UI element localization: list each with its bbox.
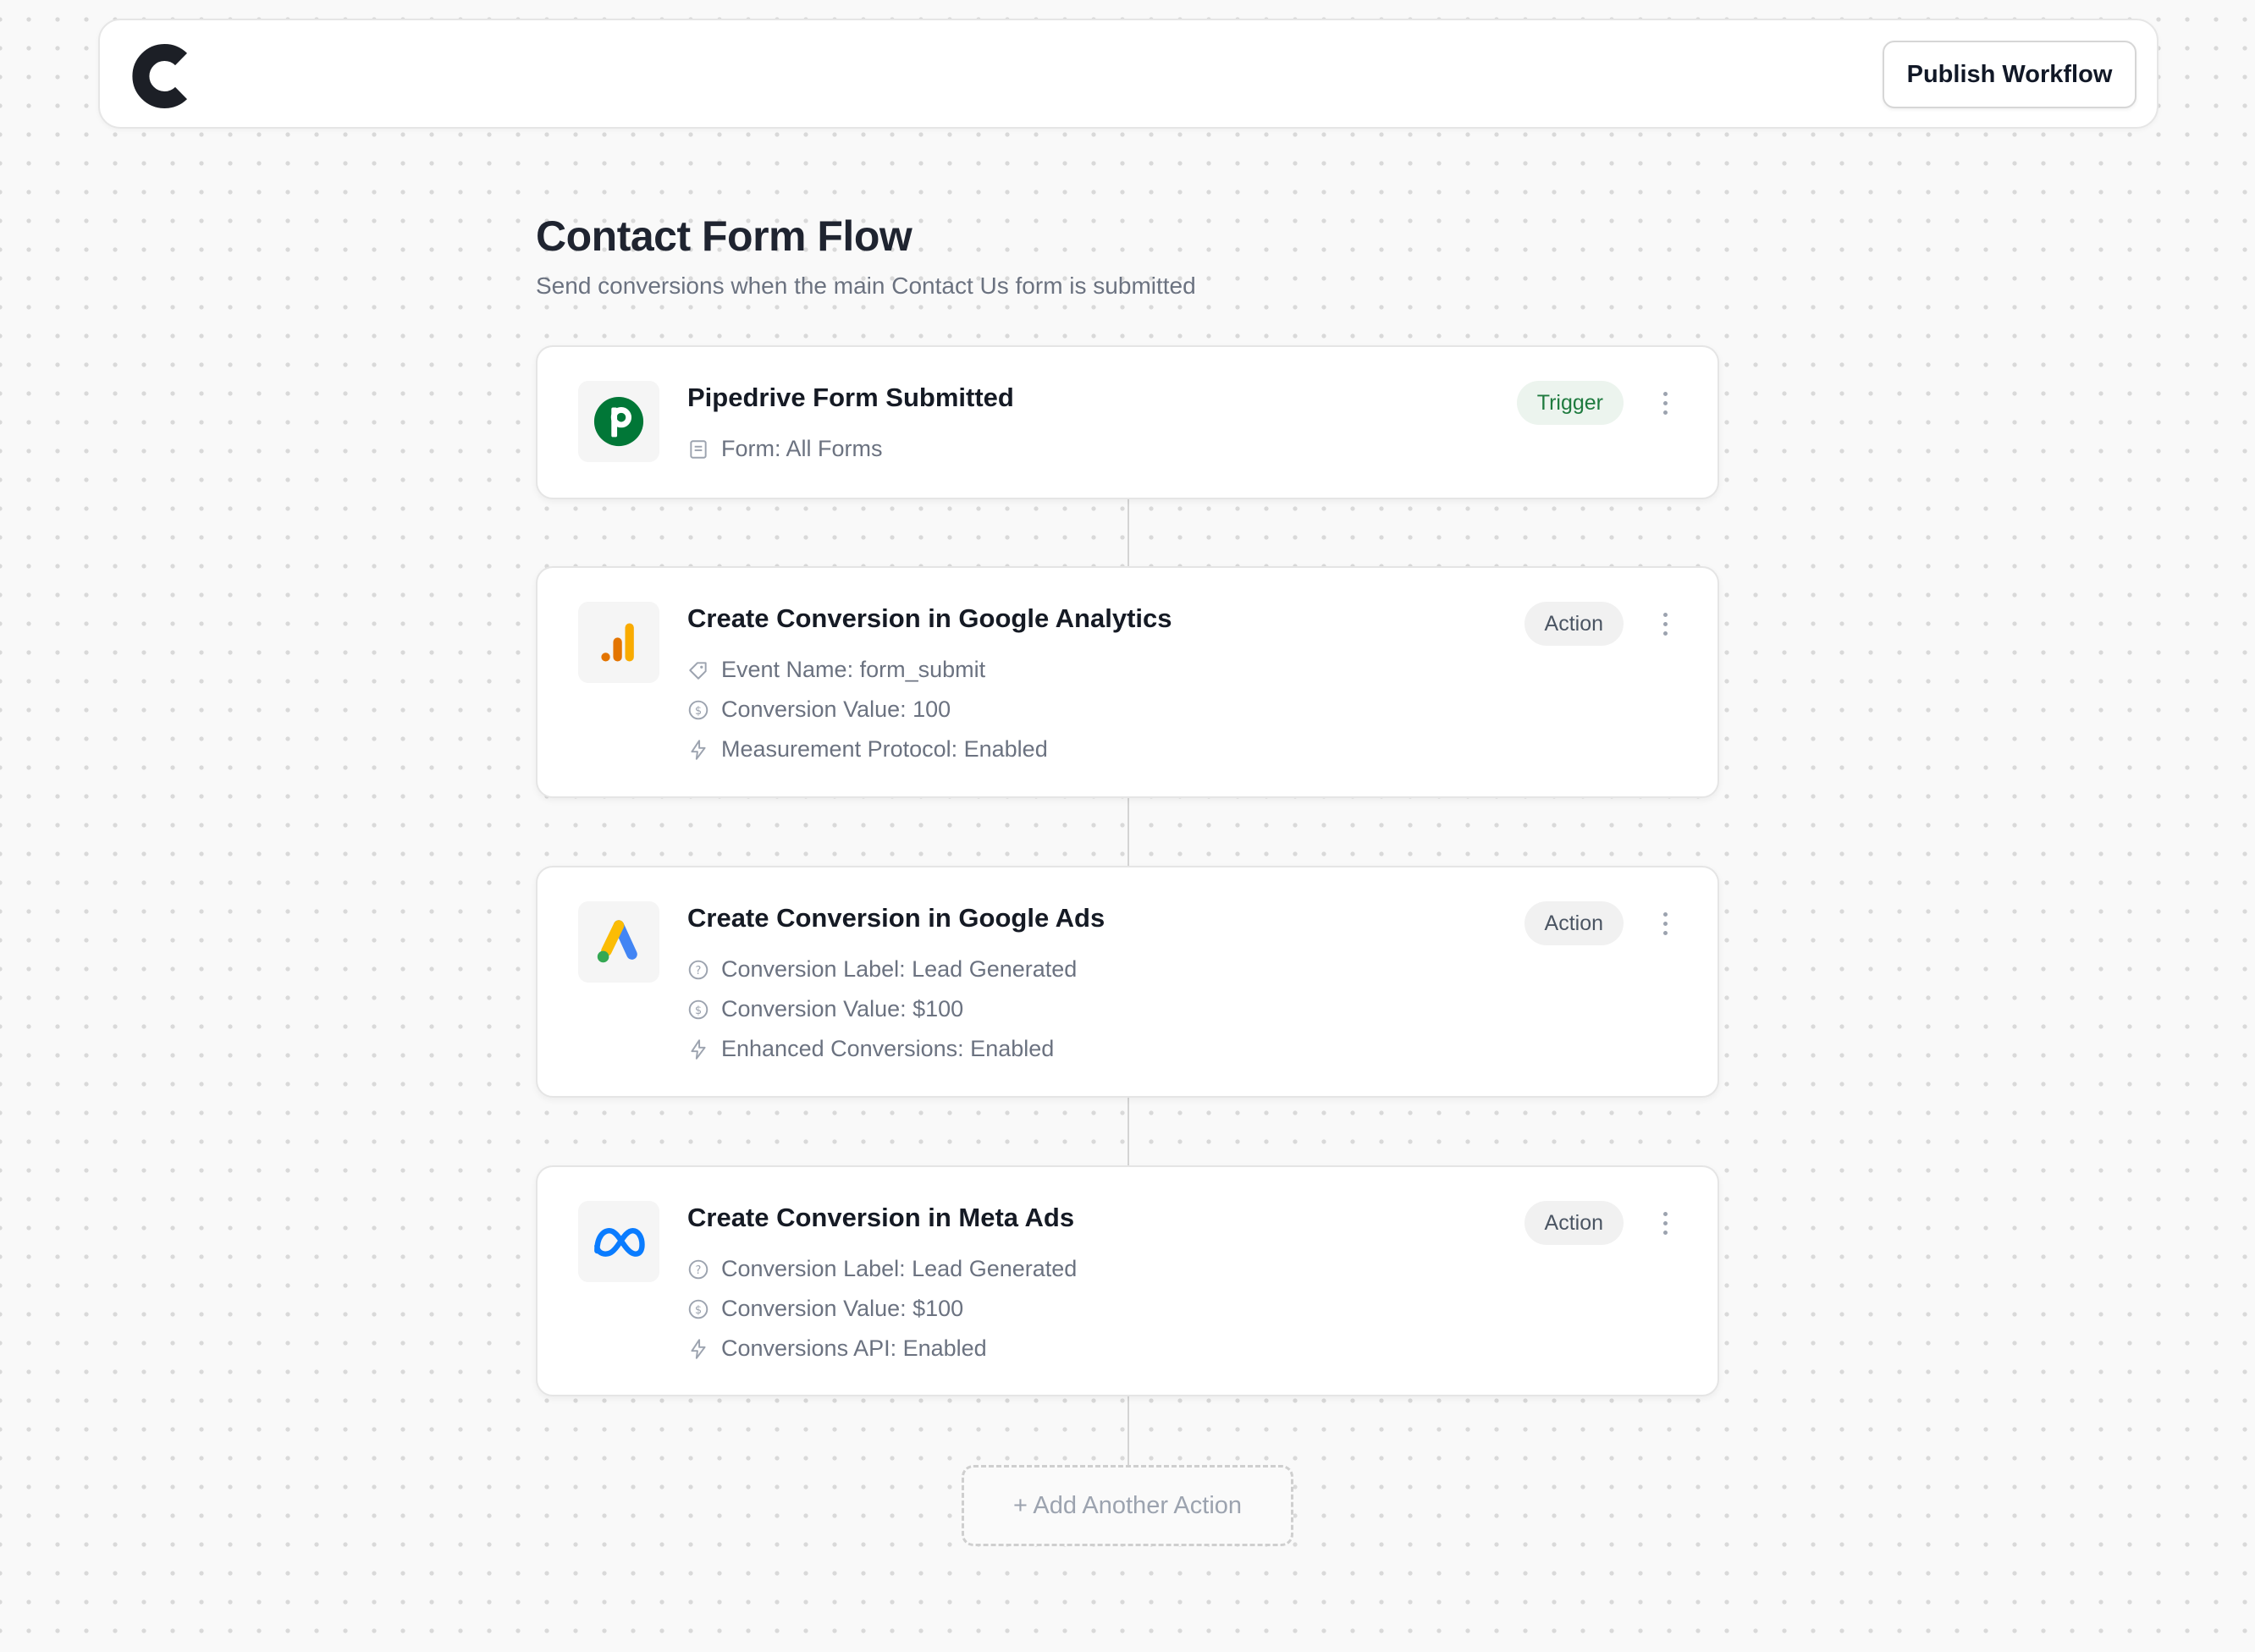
detail-row: Conversions API: Enabled: [687, 1329, 1077, 1368]
add-another-action-button[interactable]: + Add Another Action: [962, 1465, 1293, 1546]
step-title: Create Conversion in Google Ads: [687, 903, 1105, 933]
detail-row: Event Name: form_submit: [687, 650, 1048, 690]
detail-row: $ Conversion Value: 100: [687, 690, 1048, 730]
detail-row: Enhanced Conversions: Enabled: [687, 1029, 1077, 1069]
action-badge: Action: [1524, 901, 1624, 945]
connector-line: [1128, 499, 1129, 567]
meta-icon: [578, 1201, 659, 1282]
action-card-meta-ads[interactable]: Create Conversion in Meta Ads ? Conversi…: [536, 1165, 1719, 1396]
detail-text: Form: All Forms: [721, 436, 883, 461]
connector-line: [1128, 1396, 1129, 1465]
dollar-icon: $: [688, 1299, 708, 1319]
detail-row: Measurement Protocol: Enabled: [687, 730, 1048, 769]
flow-title: Contact Form Flow: [536, 212, 912, 260]
google-ads-icon: [578, 901, 659, 983]
more-options-icon[interactable]: [1653, 901, 1677, 945]
detail-row: $ Conversion Value: $100: [687, 989, 1077, 1029]
help-circle-icon: ?: [688, 1259, 708, 1279]
bolt-icon: [691, 1038, 706, 1060]
connector-line: [1128, 798, 1129, 866]
svg-text:?: ?: [696, 964, 702, 977]
svg-text:?: ?: [696, 1264, 702, 1276]
flow-heading: Contact Form Flow Send conversions when …: [536, 212, 1196, 300]
svg-text:$: $: [695, 1303, 702, 1316]
detail-text: Conversions API: Enabled: [721, 1335, 987, 1361]
step-details: ? Conversion Label: Lead Generated $ Con…: [687, 950, 1077, 1069]
tag-icon: [689, 661, 707, 680]
bolt-icon: [691, 1338, 706, 1359]
detail-row: Form: All Forms: [687, 429, 883, 469]
detail-text: Conversion Value: $100: [721, 996, 964, 1021]
publish-workflow-button[interactable]: Publish Workflow: [1883, 41, 2136, 108]
detail-text: Conversion Label: Lead Generated: [721, 1256, 1078, 1281]
more-options-icon[interactable]: [1653, 381, 1677, 425]
pipedrive-icon: [578, 381, 659, 462]
bolt-icon: [691, 739, 706, 760]
dollar-icon: $: [688, 700, 708, 719]
detail-row: ? Conversion Label: Lead Generated: [687, 1249, 1077, 1289]
trigger-card-pipedrive[interactable]: Pipedrive Form Submitted Form: All Forms…: [536, 345, 1719, 499]
action-card-google-ads[interactable]: Create Conversion in Google Ads ? Conver…: [536, 866, 1719, 1098]
detail-row: ? Conversion Label: Lead Generated: [687, 950, 1077, 989]
step-details: Event Name: form_submit $ Conversion Val…: [687, 650, 1048, 769]
c-logo-icon[interactable]: [127, 42, 191, 110]
step-title: Create Conversion in Google Analytics: [687, 603, 1172, 633]
step-title: Pipedrive Form Submitted: [687, 383, 1014, 412]
svg-text:$: $: [695, 704, 702, 717]
help-circle-icon: ?: [688, 960, 708, 979]
connector-line: [1128, 1098, 1129, 1165]
step-details: Form: All Forms: [687, 429, 883, 469]
detail-text: Event Name: form_submit: [721, 657, 986, 682]
form-icon: [690, 439, 707, 459]
svg-text:$: $: [695, 1004, 702, 1016]
detail-text: Conversion Value: $100: [721, 1296, 964, 1321]
dollar-icon: $: [688, 999, 708, 1019]
detail-text: Measurement Protocol: Enabled: [721, 736, 1048, 762]
detail-text: Conversion Value: 100: [721, 697, 951, 722]
action-card-google-analytics[interactable]: Create Conversion in Google Analytics Ev…: [536, 566, 1719, 798]
action-badge: Action: [1524, 1201, 1624, 1245]
google-analytics-icon: [578, 602, 659, 683]
step-details: ? Conversion Label: Lead Generated $ Con…: [687, 1249, 1077, 1368]
more-options-icon[interactable]: [1653, 602, 1677, 646]
more-options-icon[interactable]: [1653, 1201, 1677, 1245]
detail-text: Conversion Label: Lead Generated: [721, 956, 1078, 982]
detail-text: Enhanced Conversions: Enabled: [721, 1036, 1055, 1061]
flow-subtitle: Send conversions when the main Contact U…: [536, 273, 1196, 299]
step-title: Create Conversion in Meta Ads: [687, 1203, 1075, 1232]
trigger-badge: Trigger: [1516, 381, 1624, 425]
action-badge: Action: [1524, 602, 1624, 646]
detail-row: $ Conversion Value: $100: [687, 1289, 1077, 1329]
top-bar: Publish Workflow: [98, 19, 2159, 129]
